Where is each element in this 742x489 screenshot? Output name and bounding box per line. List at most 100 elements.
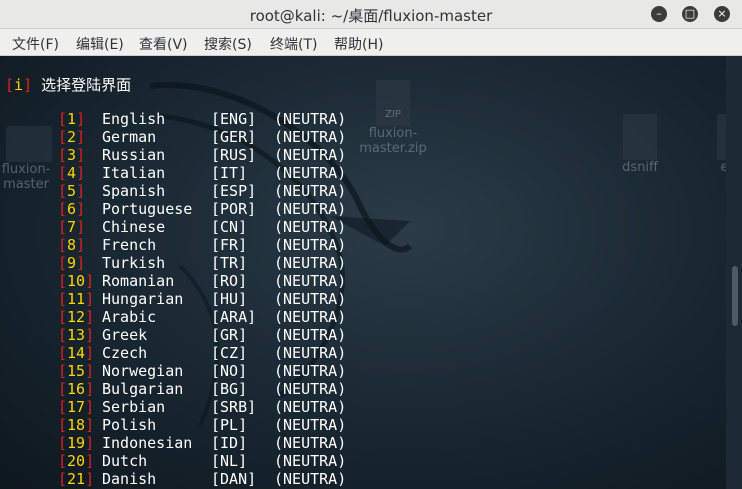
menu-terminal[interactable]: 终端(T) [270,34,317,54]
language-option: [20] Dutch [NL] (NEUTRA) [58,452,346,470]
language-status: (NEUTRA) [274,308,347,326]
language-option: [5] Spanish [ESP] (NEUTRA) [58,182,346,200]
language-status: (NEUTRA) [274,218,347,236]
option-number: [8] [58,236,86,254]
language-code: [ARA] [211,308,257,326]
language-option: [1] English [ENG] (NEUTRA) [58,110,346,128]
language-name: Chinese [102,218,166,236]
language-code: [CN] [211,218,248,236]
language-option: [9] Turkish [TR] (NEUTRA) [58,254,346,272]
language-name: Polish [102,416,157,434]
language-name: English [102,110,166,128]
language-option: [8] French [FR] (NEUTRA) [58,236,346,254]
scrollbar[interactable] [726,56,742,489]
menu-file[interactable]: 文件(F) [12,34,59,54]
title-bar[interactable]: root@kali: ~/桌面/fluxion-master – □ × [0,0,742,29]
language-status: (NEUTRA) [274,254,347,272]
prompt-text: 选择登陆界面 [41,76,132,94]
language-code: [ID] [211,434,248,452]
language-name: Bulgarian [102,380,184,398]
language-option: [10] Romanian [RO] (NEUTRA) [58,272,346,290]
language-option: [11] Hungarian [HU] (NEUTRA) [58,290,346,308]
language-code: [DAN] [211,470,257,488]
language-option: [15] Norwegian [NO] (NEUTRA) [58,362,346,380]
language-option: [6] Portuguese [POR] (NEUTRA) [58,200,346,218]
language-code: [POR] [211,200,257,218]
language-name: Danish [102,470,157,488]
language-option: [18] Polish [PL] (NEUTRA) [58,416,346,434]
menu-view[interactable]: 查看(V) [139,34,188,54]
option-number: [17] [58,398,95,416]
option-number: [18] [58,416,95,434]
language-status: (NEUTRA) [274,416,347,434]
language-name: Greek [102,326,148,344]
language-status: (NEUTRA) [274,470,347,488]
language-option: [12] Arabic [ARA] (NEUTRA) [58,308,346,326]
language-name: Dutch [102,452,148,470]
language-name: Indonesian [102,434,193,452]
language-option: [14] Czech [CZ] (NEUTRA) [58,344,346,362]
option-number: [10] [58,272,95,290]
language-name: Russian [102,146,166,164]
scroll-thumb[interactable] [732,266,738,326]
option-number: [16] [58,380,95,398]
terminal-area[interactable]: fluxion-master ZIP fluxion-master.zip ds… [0,56,742,489]
language-code: [ENG] [211,110,257,128]
language-code: [BG] [211,380,248,398]
language-status: (NEUTRA) [274,146,347,164]
language-name: French [102,236,157,254]
language-option: [13] Greek [GR] (NEUTRA) [58,326,346,344]
option-number: [19] [58,434,95,452]
language-option: [3] Russian [RUS] (NEUTRA) [58,146,346,164]
desktop-icon-label: dsniff [622,160,658,175]
desktop-folder-icon[interactable]: fluxion-master [0,126,58,192]
minimize-icon[interactable]: – [651,6,667,22]
option-number: [5] [58,182,86,200]
option-number: [20] [58,452,95,470]
language-name: Turkish [102,254,166,272]
language-name: German [102,128,157,146]
option-number: [15] [58,362,95,380]
language-code: [CZ] [211,344,248,362]
language-name: Norwegian [102,362,184,380]
option-number: [11] [58,290,95,308]
language-name: Serbian [102,398,166,416]
option-number: [9] [58,254,86,272]
desktop-zip-icon[interactable]: ZIP fluxion-master.zip [355,80,431,156]
option-number: [1] [58,110,86,128]
menu-search[interactable]: 搜索(S) [204,34,252,54]
language-code: [GER] [211,128,257,146]
language-option: [7] Chinese [CN] (NEUTRA) [58,218,346,236]
language-code: [HU] [211,290,248,308]
option-number: [12] [58,308,95,326]
language-code: [GR] [211,326,248,344]
window-title: root@kali: ~/桌面/fluxion-master [249,7,493,25]
language-status: (NEUTRA) [274,398,347,416]
menu-edit[interactable]: 编辑(E) [76,34,124,54]
menu-help[interactable]: 帮助(H) [334,34,383,54]
language-code: [RUS] [211,146,257,164]
language-status: (NEUTRA) [274,128,347,146]
maximize-icon[interactable]: □ [682,6,698,22]
language-status: (NEUTRA) [274,182,347,200]
option-number: [4] [58,164,86,182]
language-code: [IT] [211,164,248,182]
language-name: Italian [102,164,166,182]
language-status: (NEUTRA) [274,380,347,398]
language-status: (NEUTRA) [274,290,347,308]
option-number: [21] [58,470,95,488]
language-code: [TR] [211,254,248,272]
language-option: [21] Danish [DAN] (NEUTRA) [58,470,346,488]
desktop-file-icon[interactable]: dsniff [610,114,670,175]
language-name: Czech [102,344,148,362]
menu-bar: 文件(F) 编辑(E) 查看(V) 搜索(S) 终端(T) 帮助(H) [0,29,742,56]
language-code: [ESP] [211,182,257,200]
close-icon[interactable]: × [714,6,730,22]
language-code: [FR] [211,236,248,254]
language-option: [17] Serbian [SRB] (NEUTRA) [58,398,346,416]
language-status: (NEUTRA) [274,236,347,254]
language-option: [19] Indonesian [ID] (NEUTRA) [58,434,346,452]
language-code: [NO] [211,362,248,380]
language-name: Arabic [102,308,157,326]
option-number: [7] [58,218,86,236]
